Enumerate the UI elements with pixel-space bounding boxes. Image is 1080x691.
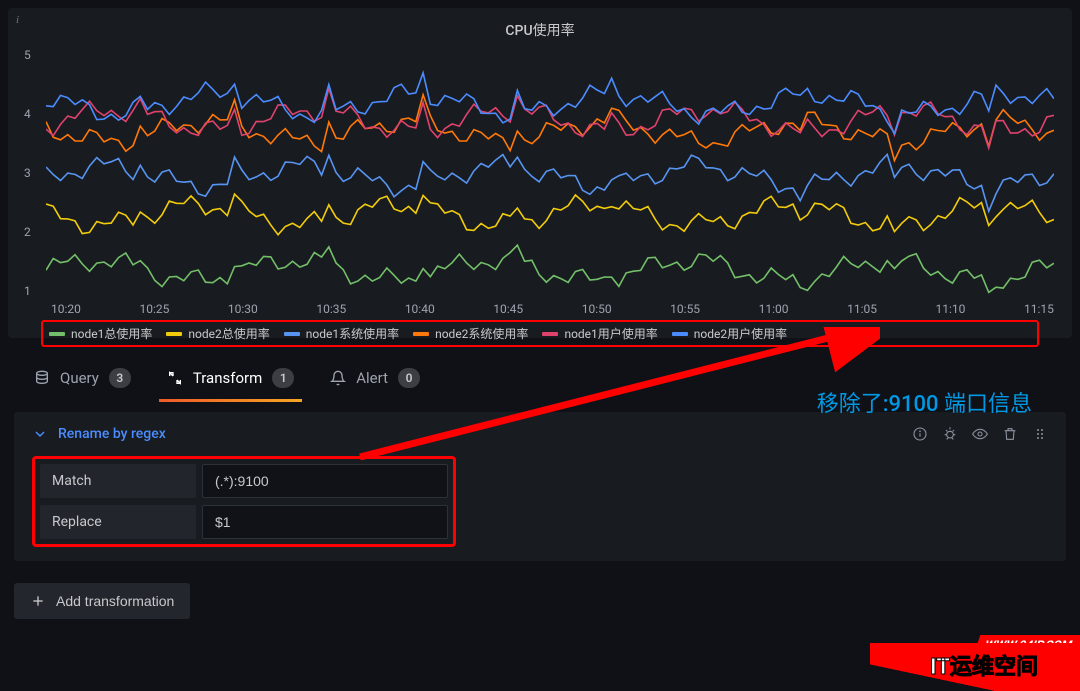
trash-icon[interactable] [1002, 426, 1018, 442]
match-label: Match [40, 464, 196, 498]
tab-label: Alert [356, 369, 388, 387]
tab-transform[interactable]: Transform 1 [163, 358, 298, 402]
legend-label: node1用户使用率 [564, 325, 657, 342]
x-tick: 11:10 [936, 302, 966, 316]
x-tick: 10:55 [670, 302, 700, 316]
x-tick: 10:45 [493, 302, 523, 316]
x-tick: 10:50 [582, 302, 612, 316]
legend-item[interactable]: node2用户使用率 [672, 325, 787, 342]
x-tick: 11:15 [1024, 302, 1054, 316]
x-tick: 10:25 [139, 302, 169, 316]
tab-label: Transform [193, 369, 262, 387]
match-input[interactable] [202, 464, 448, 498]
database-icon [34, 370, 50, 386]
legend-swatch [284, 332, 300, 336]
transform-title[interactable]: Rename by regex [58, 426, 166, 442]
legend-label: node1系统使用率 [306, 325, 399, 342]
y-tick: 2 [24, 225, 31, 239]
chart-plot-area[interactable]: 1 2 3 4 5 [46, 48, 1054, 298]
legend-swatch [672, 332, 688, 336]
bell-icon [330, 370, 346, 386]
chart-legend: node1总使用率 node2总使用率 node1系统使用率 node2系统使用率 no… [41, 320, 1039, 347]
add-transformation-button[interactable]: Add transformation [14, 583, 190, 619]
legend-item[interactable]: node1用户使用率 [542, 325, 657, 342]
annotation-text: 移除了:9100 端口信息 [817, 386, 1032, 418]
replace-input[interactable] [202, 505, 448, 539]
x-tick: 11:05 [847, 302, 877, 316]
legend-item[interactable]: node1总使用率 [49, 325, 152, 342]
bug-icon[interactable] [942, 426, 958, 442]
eye-icon[interactable] [972, 426, 988, 442]
legend-item[interactable]: node1系统使用率 [284, 325, 399, 342]
tab-badge: 3 [109, 368, 131, 388]
legend-item[interactable]: node2总使用率 [166, 325, 269, 342]
x-tick: 11:00 [759, 302, 789, 316]
tab-alert[interactable]: Alert 0 [326, 358, 424, 402]
tab-query[interactable]: Query 3 [30, 358, 135, 402]
transform-card: Rename by regex Match Replace [14, 412, 1066, 561]
transform-icon [167, 370, 183, 386]
legend-swatch [413, 332, 429, 336]
x-tick: 10:35 [316, 302, 346, 316]
tab-badge: 1 [272, 368, 294, 388]
chart-svg [46, 48, 1054, 298]
y-tick: 4 [24, 107, 31, 121]
y-tick: 5 [24, 48, 31, 62]
plus-icon [30, 593, 46, 609]
y-axis: 1 2 3 4 5 [24, 48, 31, 298]
tab-label: Query [60, 369, 99, 387]
tab-badge: 0 [398, 368, 420, 388]
card-actions [912, 426, 1048, 442]
legend-swatch [542, 332, 558, 336]
chart-panel: i CPU使用率 1 2 3 4 5 10:20 10:25 10:30 10:… [8, 8, 1072, 338]
legend-swatch [166, 332, 182, 336]
x-tick: 10:30 [228, 302, 258, 316]
y-tick: 1 [24, 284, 31, 298]
x-tick: 10:40 [405, 302, 435, 316]
watermark-main: IT运维空间 [870, 643, 1080, 691]
legend-label: node2用户使用率 [694, 325, 787, 342]
info-icon[interactable]: i [16, 14, 19, 26]
info-circle-icon[interactable] [912, 426, 928, 442]
x-tick: 10:20 [51, 302, 81, 316]
legend-label: node2系统使用率 [435, 325, 528, 342]
panel-title: CPU使用率 [16, 16, 1064, 48]
legend-label: node2总使用率 [188, 325, 269, 342]
add-transformation-label: Add transformation [56, 593, 174, 609]
legend-label: node1总使用率 [71, 325, 152, 342]
y-tick: 3 [24, 166, 31, 180]
chevron-down-icon[interactable] [32, 426, 48, 442]
card-header: Rename by regex [32, 426, 1048, 442]
x-axis: 10:20 10:25 10:30 10:35 10:40 10:45 10:5… [51, 298, 1054, 316]
drag-handle-icon[interactable] [1032, 426, 1048, 442]
legend-item[interactable]: node2系统使用率 [413, 325, 528, 342]
regex-form: Match Replace [32, 456, 456, 547]
replace-label: Replace [40, 505, 196, 539]
legend-swatch [49, 332, 65, 336]
